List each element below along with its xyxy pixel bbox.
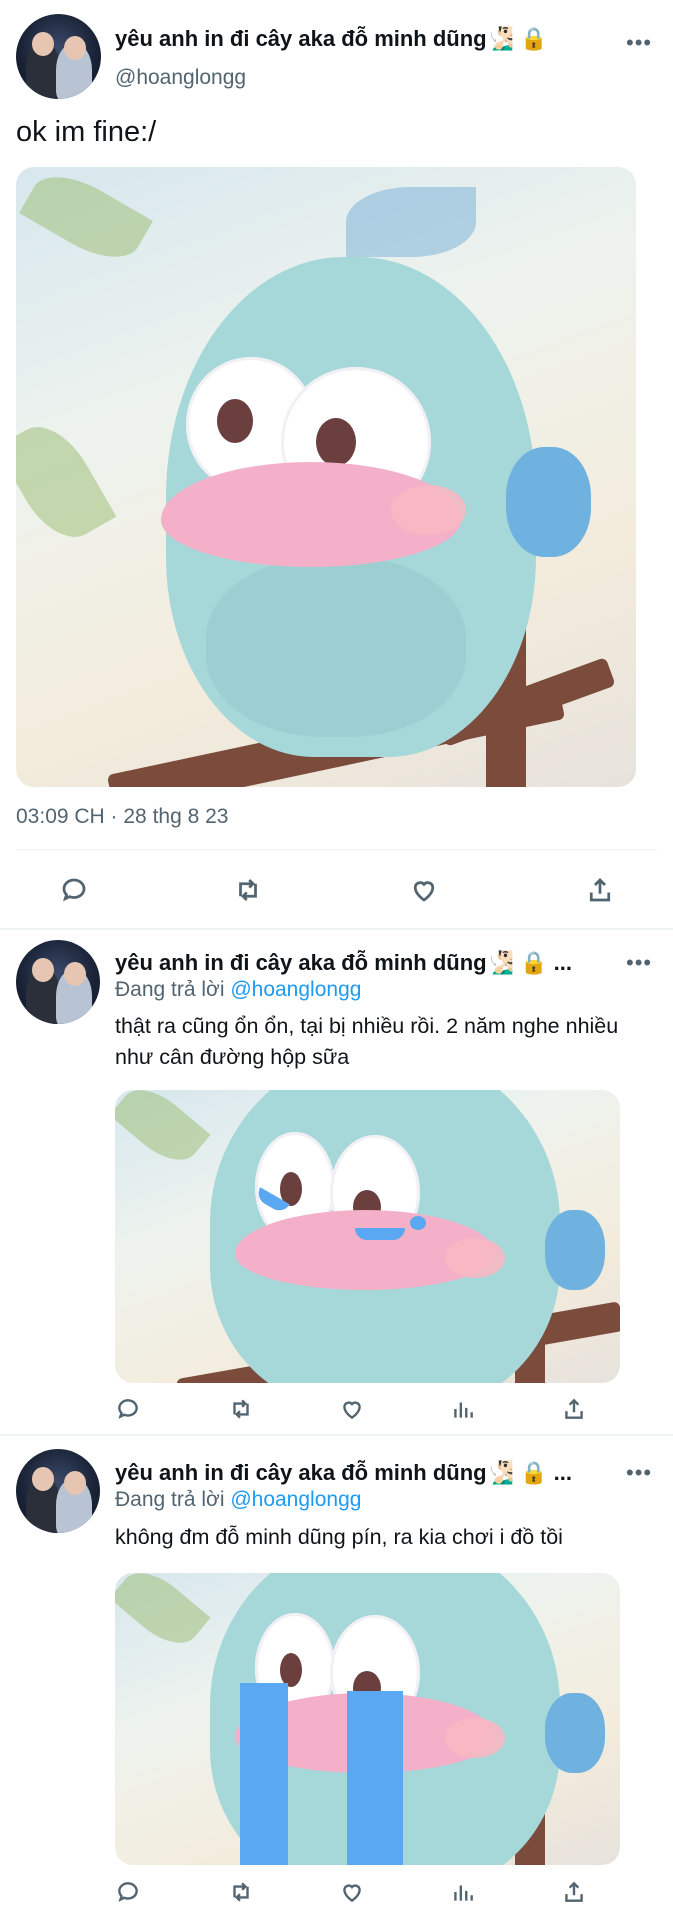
reply-icon[interactable] [112,1876,144,1908]
more-options-icon[interactable]: ••• [626,30,652,56]
share-icon[interactable] [558,1876,590,1908]
divider [0,1434,673,1436]
replying-to-label: Đang trả lời [115,1488,231,1511]
like-icon[interactable] [336,1876,368,1908]
replying-to-link[interactable]: @hoanglongg [230,978,361,1001]
views-icon[interactable] [447,1876,479,1908]
more-options-icon[interactable]: ••• [626,950,652,976]
more-options-icon[interactable]: ••• [626,1460,652,1486]
views-icon[interactable] [447,1393,479,1425]
avatar[interactable] [16,14,101,99]
replying-to: Đang trả lời @hoanglongg [115,978,361,1002]
tweet-text: ok im fine:/ [16,116,157,148]
author-handle[interactable]: @hoanglongg [115,66,246,90]
author-name[interactable]: yêu anh in đi cây aka đỗ minh dũng🧏🏻‍♂️ … [115,950,595,976]
tweet-text: không đm đỗ minh dũng pín, ra kia chơi i… [115,1525,563,1549]
retweet-icon[interactable] [230,872,266,908]
tweet-image[interactable] [16,167,636,787]
like-icon[interactable] [406,872,442,908]
replying-to: Đang trả lời @hoanglongg [115,1488,361,1512]
share-icon[interactable] [582,872,618,908]
divider [0,928,673,930]
reply-icon[interactable] [56,872,92,908]
replying-to-link[interactable]: @hoanglongg [230,1488,361,1511]
reply-icon[interactable] [112,1393,144,1425]
reply-image[interactable] [115,1090,620,1383]
like-icon[interactable] [336,1393,368,1425]
divider [16,849,657,850]
reply-image[interactable] [115,1573,620,1865]
tweet-text: thật ra cũng ổn ổn, tại bị nhiều rồi. 2 … [115,1014,619,1069]
replying-to-label: Đang trả lời [115,978,231,1001]
tweet-timestamp[interactable]: 03:09 CH · 28 thg 8 23 [16,805,228,829]
retweet-icon[interactable] [225,1393,257,1425]
author-name[interactable]: yêu anh in đi cây aka đỗ minh dũng🧏🏻‍♂️ … [115,26,595,52]
share-icon[interactable] [558,1393,590,1425]
retweet-icon[interactable] [225,1876,257,1908]
avatar[interactable] [16,1449,100,1533]
avatar[interactable] [16,940,100,1024]
author-name[interactable]: yêu anh in đi cây aka đỗ minh dũng🧏🏻‍♂️ … [115,1460,595,1486]
